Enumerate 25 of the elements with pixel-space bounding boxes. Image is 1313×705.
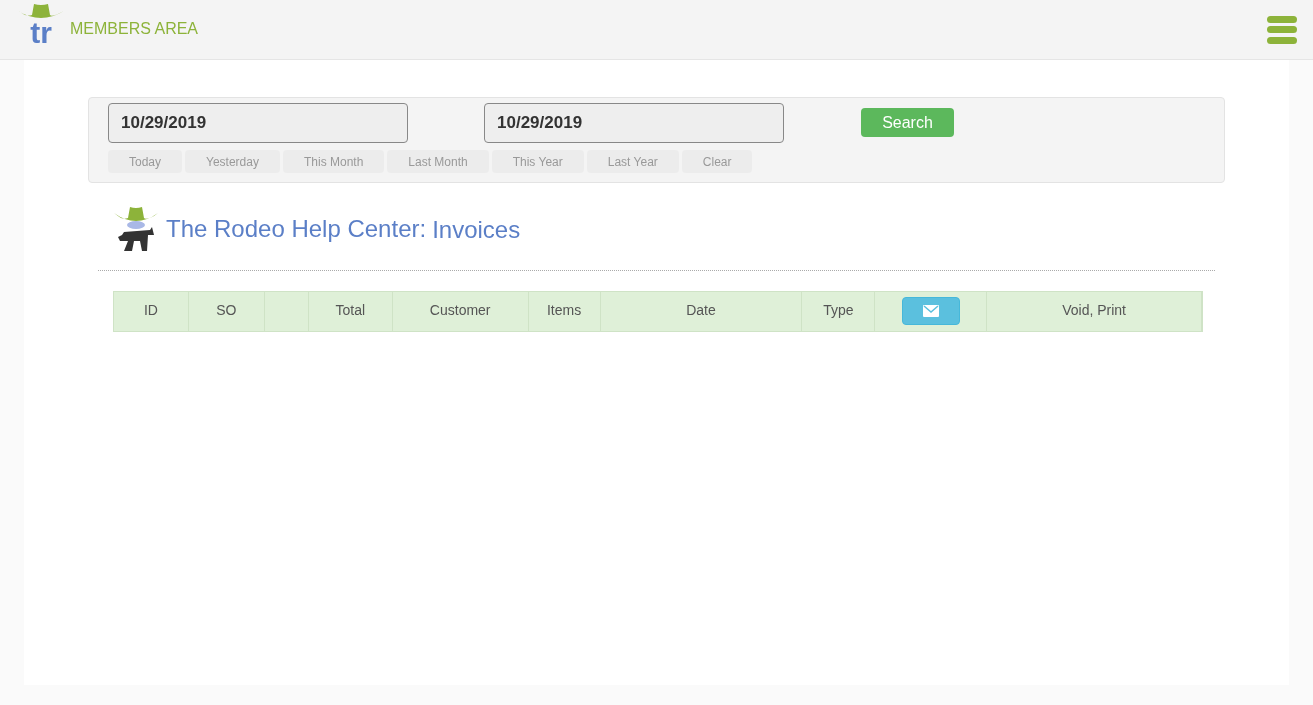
date-preset-button[interactable]: Last Year bbox=[586, 150, 679, 173]
column-header: Customer bbox=[392, 292, 529, 331]
end-date-field[interactable]: 10/29/2019 bbox=[484, 103, 784, 143]
date-preset-button[interactable]: Clear bbox=[681, 150, 753, 173]
column-header: SO bbox=[188, 292, 265, 331]
column-header: Void, Print bbox=[987, 292, 1202, 331]
start-date-field[interactable]: 10/29/2019 bbox=[108, 103, 408, 143]
menu-button[interactable] bbox=[1267, 14, 1297, 45]
column-header: Total bbox=[308, 292, 393, 331]
date-preset-button[interactable]: Yesterday bbox=[185, 150, 280, 173]
column-header: Items bbox=[528, 292, 601, 331]
column-header: ID bbox=[114, 292, 189, 331]
date-preset-button[interactable]: This Year bbox=[491, 150, 584, 173]
date-preset-button[interactable]: Today bbox=[108, 150, 183, 173]
date-preset-button[interactable]: This Month bbox=[282, 150, 385, 173]
logo-text: tr bbox=[30, 18, 52, 47]
email-button[interactable] bbox=[901, 297, 960, 325]
envelope-icon bbox=[922, 305, 939, 317]
search-button[interactable]: Search bbox=[861, 108, 954, 137]
column-header: Type bbox=[802, 292, 876, 331]
date-preset-button[interactable]: Last Month bbox=[387, 150, 489, 173]
invoices-subtitle: Invoices bbox=[432, 215, 521, 245]
help-center-title: The Rodeo Help Center: bbox=[166, 214, 427, 244]
members-area-title: MEMBERS AREA bbox=[70, 18, 199, 39]
column-header: Date bbox=[600, 292, 803, 331]
